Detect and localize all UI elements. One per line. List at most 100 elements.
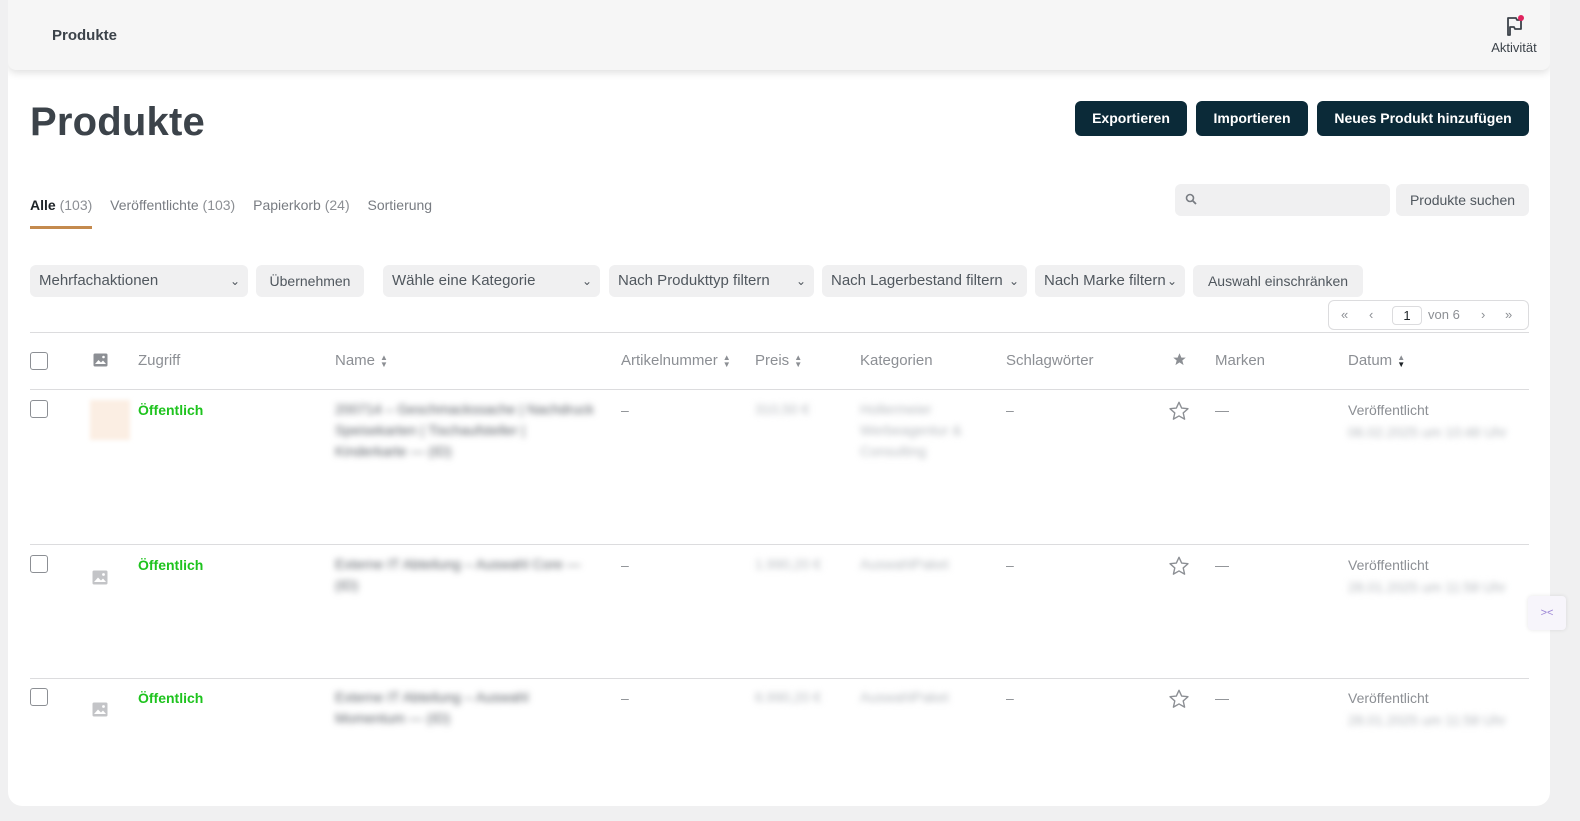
activity-label: Aktivität (1491, 40, 1537, 55)
column-brands: Marken (1215, 352, 1266, 369)
category-filter-select[interactable]: Wähle eine Kategorie ⌄ (383, 265, 600, 297)
brands-value: — (1215, 557, 1229, 573)
image-placeholder-icon[interactable] (92, 570, 108, 585)
row-checkbox[interactable] (30, 688, 48, 706)
pagination: « ‹ 1 von 6 › » (1328, 300, 1529, 330)
date-value: 06.02.2025 um 10:48 Uhr (1348, 424, 1507, 440)
divider (30, 332, 1529, 333)
tab-all-count: (103) (59, 197, 93, 213)
next-page-button[interactable]: › (1481, 307, 1485, 322)
prev-page-button[interactable]: ‹ (1369, 307, 1373, 322)
date-status: Veröffentlicht (1348, 402, 1429, 418)
product-name-link[interactable]: 200714 – Geschmackssache | Nachdruck Spe… (335, 399, 600, 462)
column-tags: Schlagwörter (1006, 352, 1094, 369)
brands-value: — (1215, 402, 1229, 418)
main-frame: Produkte Aktivität Produkte Exportieren … (8, 0, 1550, 806)
column-access: Zugriff (138, 352, 181, 369)
tags-value: – (1006, 402, 1014, 418)
column-sku-label: Artikelnummer (621, 352, 718, 369)
date-value: 28.01.2025 um 11:58 Uhr (1348, 579, 1506, 595)
search-products-button[interactable]: Produkte suchen (1396, 184, 1529, 216)
date-value: 28.01.2025 um 11:58 Uhr (1348, 712, 1506, 728)
brand-filter-value: Nach Marke filtern (1044, 272, 1166, 289)
product-type-filter-select[interactable]: Nach Produkttyp filtern ⌄ (609, 265, 814, 297)
import-button[interactable]: Importieren (1196, 101, 1308, 136)
tab-all-label: Alle (30, 197, 56, 213)
activity-button[interactable]: Aktivität (1482, 14, 1546, 55)
price-value: 1.990,20 € (755, 556, 822, 572)
bulk-actions-select[interactable]: Mehrfachaktionen ⌄ (30, 265, 248, 297)
chevron-down-icon: ⌄ (1008, 274, 1019, 288)
page-count-label: von 6 (1428, 307, 1460, 322)
sort-icon: ▲ ▼ (380, 353, 388, 370)
column-price[interactable]: Preis ▲ ▼ (755, 352, 802, 369)
column-date-label: Datum (1348, 352, 1393, 369)
stock-filter-value: Nach Lagerbestand filtern (831, 272, 1003, 289)
flag-icon (1507, 15, 1524, 36)
page-title: Produkte (30, 100, 205, 144)
collapse-arrows-icon: >< (1540, 607, 1554, 619)
status-public: Öffentlich (138, 557, 204, 573)
tags-value: – (1006, 557, 1014, 573)
chevron-down-icon: ⌄ (1166, 274, 1177, 288)
restrict-selection-button[interactable]: Auswahl einschränken (1193, 265, 1363, 297)
categories-value[interactable]: AuswahlPaket (860, 687, 949, 708)
sort-icon: ▲ ▼ (794, 353, 803, 370)
export-button[interactable]: Exportieren (1075, 101, 1187, 136)
tab-sorting-label: Sortierung (367, 197, 433, 213)
image-placeholder-icon[interactable] (92, 702, 108, 717)
sku-value: – (621, 690, 629, 706)
price-value: 6.990,20 € (755, 689, 822, 705)
column-categories: Kategorien (860, 352, 933, 369)
date-status: Veröffentlicht (1348, 557, 1429, 573)
tab-trash[interactable]: Papierkorb (24) (253, 197, 350, 229)
product-thumbnail[interactable] (90, 400, 130, 440)
tab-trash-count: (24) (324, 197, 350, 213)
star-filled-icon (1173, 353, 1186, 366)
tab-all[interactable]: Alle (103) (30, 197, 93, 229)
first-page-button[interactable]: « (1341, 307, 1348, 322)
stock-filter-select[interactable]: Nach Lagerbestand filtern ⌄ (822, 265, 1027, 297)
brands-value: — (1215, 690, 1229, 706)
status-tabs: Alle (103) Veröffentlichte (103) Papierk… (30, 197, 446, 231)
chevron-down-icon: ⌄ (581, 274, 592, 288)
star-icon[interactable] (1168, 400, 1190, 422)
column-featured (1172, 352, 1187, 371)
image-icon (93, 353, 108, 367)
brand-filter-select[interactable]: Nach Marke filtern ⌄ (1035, 265, 1185, 297)
add-product-button[interactable]: Neues Produkt hinzufügen (1317, 101, 1529, 136)
categories-value[interactable]: Hollermeier Werbeagentur & Consulting (860, 399, 985, 462)
select-all-checkbox[interactable] (30, 352, 48, 370)
last-page-button[interactable]: » (1505, 307, 1512, 322)
tab-trash-label: Papierkorb (253, 197, 321, 213)
side-panel-toggle[interactable]: >< (1528, 596, 1566, 630)
column-date[interactable]: Datum ▲ ▼ (1348, 352, 1405, 369)
column-price-label: Preis (755, 352, 790, 369)
chevron-down-icon: ⌄ (795, 274, 806, 288)
status-public: Öffentlich (138, 402, 204, 418)
bulk-actions-value: Mehrfachaktionen (39, 272, 159, 289)
current-page-input[interactable]: 1 (1392, 306, 1422, 325)
price-value: 310,50 € (755, 401, 810, 417)
column-sku[interactable]: Artikelnummer ▲ ▼ (621, 352, 731, 369)
product-name-link[interactable]: Externe IT Abteilung – Auswahl Core — (I… (335, 554, 605, 596)
topbar-title: Produkte (52, 27, 118, 44)
product-name-link[interactable]: Externe IT Abteilung – Auswahl Momentum … (335, 687, 575, 729)
product-type-filter-value: Nach Produkttyp filtern (618, 272, 770, 289)
star-icon[interactable] (1168, 688, 1190, 710)
tab-sorting[interactable]: Sortierung (368, 197, 433, 229)
column-name-label: Name (335, 352, 376, 369)
tab-published-count: (103) (202, 197, 236, 213)
chevron-down-icon: ⌄ (229, 274, 240, 288)
star-icon[interactable] (1168, 555, 1190, 577)
apply-button[interactable]: Übernehmen (256, 265, 364, 297)
tab-published-label: Veröffentlichte (110, 197, 199, 213)
categories-value[interactable]: AuswahlPaket (860, 554, 949, 575)
status-public: Öffentlich (138, 690, 204, 706)
row-checkbox[interactable] (30, 400, 48, 418)
tab-published[interactable]: Veröffentlichte (103) (110, 197, 235, 229)
table-row: Öffentlich Externe IT Abteilung – Auswah… (8, 545, 1550, 678)
row-checkbox[interactable] (30, 555, 48, 573)
search-input[interactable] (1175, 184, 1390, 216)
column-name[interactable]: Name ▲ ▼ (335, 352, 388, 369)
